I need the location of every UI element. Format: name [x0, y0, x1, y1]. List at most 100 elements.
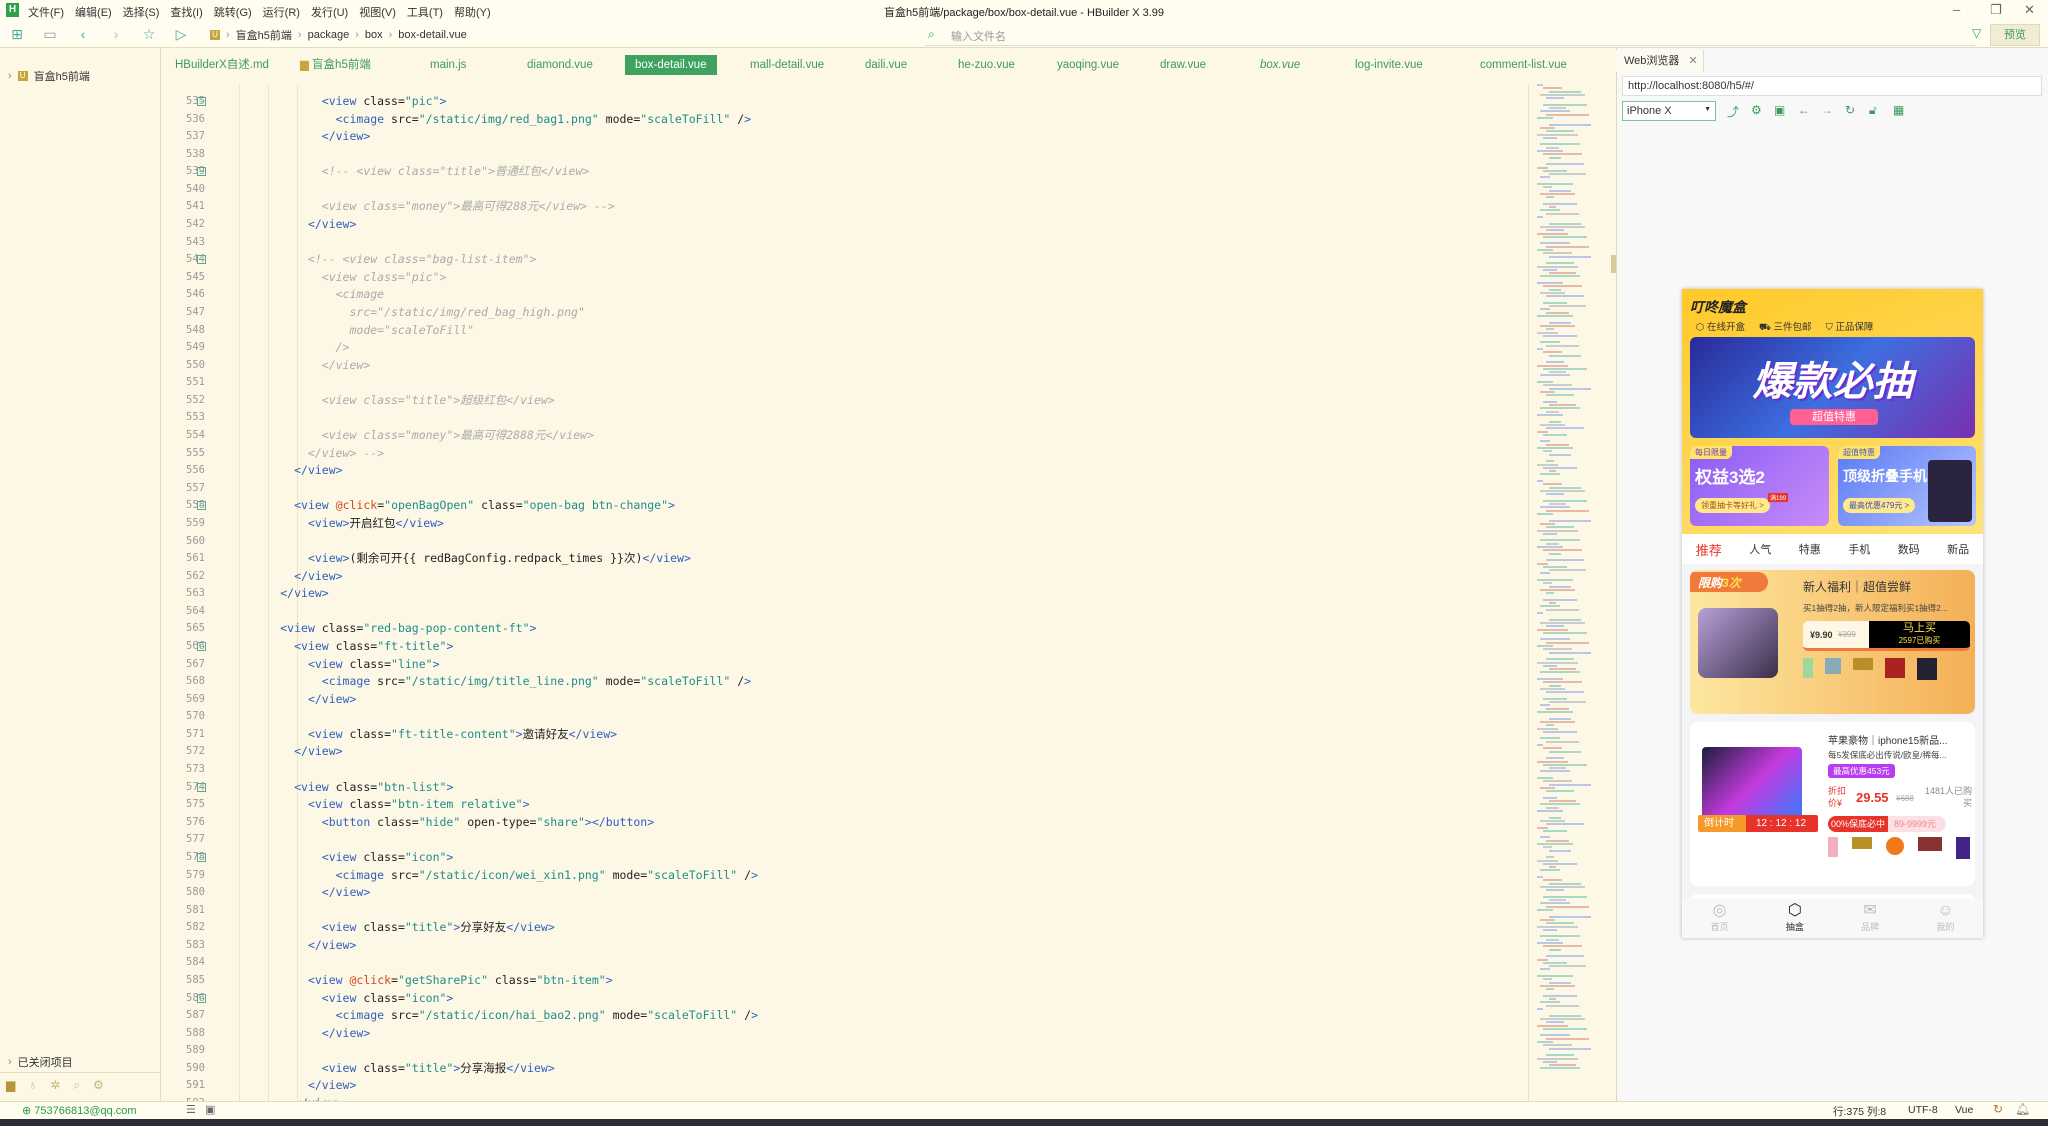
- tab-log-invite-vue[interactable]: log-invite.vue: [1345, 55, 1433, 75]
- category-tab[interactable]: 推荐: [1696, 540, 1722, 559]
- category-tab[interactable]: 新品: [1947, 541, 1969, 557]
- run-icon[interactable]: ▷: [172, 26, 190, 43]
- code-line[interactable]: 535− <view class="pic">: [161, 93, 1521, 111]
- code-line[interactable]: 560: [161, 533, 1521, 551]
- url-input[interactable]: http://localhost:8080/h5/#/: [1622, 76, 2042, 96]
- code-line[interactable]: 554 <view class="money">最高可得2888元</view>: [161, 427, 1521, 445]
- arrow-right-icon[interactable]: →: [1821, 103, 1833, 117]
- code-line[interactable]: 564: [161, 603, 1521, 621]
- settings-icon[interactable]: ⚙: [1751, 103, 1762, 117]
- code-line[interactable]: 574− <view class="btn-list">: [161, 779, 1521, 797]
- product-card[interactable]: 倒计时 12 : 12 : 12 苹果豪物｜iphone15新品... 每5发保底…: [1690, 722, 1975, 886]
- fold-toggle-icon[interactable]: −: [197, 782, 206, 792]
- maximize-icon[interactable]: ❐: [1990, 2, 2002, 18]
- tab-yaoqing-vue[interactable]: yaoqing.vue: [1047, 55, 1129, 75]
- reload-icon[interactable]: ↻: [1845, 103, 1855, 117]
- language-mode[interactable]: Vue: [1955, 1104, 1973, 1116]
- code-line[interactable]: 546 <cimage: [161, 286, 1521, 304]
- list-icon[interactable]: ☰: [186, 1103, 196, 1116]
- tab-web-browser[interactable]: Web浏览器 ✕: [1616, 50, 1704, 72]
- code-line[interactable]: 573: [161, 761, 1521, 779]
- breadcrumb-item[interactable]: 盲盒h5前端: [236, 27, 292, 43]
- settings-icon[interactable]: ⚙: [93, 1078, 104, 1093]
- code-line[interactable]: 583 </view>: [161, 937, 1521, 955]
- close-window-icon[interactable]: ✕: [2024, 2, 2035, 18]
- breadcrumb-item[interactable]: box: [365, 29, 383, 41]
- fold-toggle-icon[interactable]: −: [197, 167, 206, 177]
- tab-draw-vue[interactable]: draw.vue: [1150, 55, 1216, 75]
- sync-icon[interactable]: ↻: [1993, 1102, 2003, 1116]
- tab-he-zuo-vue[interactable]: he-zuo.vue: [948, 55, 1025, 75]
- promo-card[interactable]: 每日限量 权益3选2 领重抽卡等好礼 > 满199: [1690, 446, 1829, 526]
- account-link[interactable]: ⊕ 753766813@qq.com: [22, 1104, 137, 1117]
- forward-icon[interactable]: ›: [107, 26, 125, 42]
- buy-now-button[interactable]: 马上买 2597已购买: [1869, 621, 1970, 648]
- code-line[interactable]: 549 />: [161, 339, 1521, 357]
- code-line[interactable]: 571 <view class="ft-title-content">邀请好友<…: [161, 726, 1521, 744]
- breadcrumb-item[interactable]: box-detail.vue: [398, 29, 467, 41]
- code-line[interactable]: 542 </view>: [161, 216, 1521, 234]
- code-line[interactable]: 563 </view>: [161, 585, 1521, 603]
- code-line[interactable]: 550 </view>: [161, 357, 1521, 375]
- promo-card[interactable]: 超值特惠 顶级折叠手机 最高优惠479元 >: [1838, 446, 1976, 526]
- console-icon[interactable]: ▣: [205, 1103, 215, 1116]
- code-line[interactable]: 590 <view class="title">分享海报</view>: [161, 1060, 1521, 1078]
- code-line[interactable]: 568 <cimage src="/static/img/title_line.…: [161, 673, 1521, 691]
- code-line[interactable]: 537 </view>: [161, 128, 1521, 146]
- code-line[interactable]: 562 </view>: [161, 568, 1521, 586]
- tab-box-vue[interactable]: box.vue: [1250, 55, 1310, 75]
- minimize-icon[interactable]: –: [1953, 2, 1960, 17]
- code-line[interactable]: 579 <cimage src="/static/icon/wei_xin1.p…: [161, 867, 1521, 885]
- fold-toggle-icon[interactable]: −: [197, 852, 206, 862]
- closed-projects-item[interactable]: › 已关闭项目: [8, 1054, 73, 1070]
- plugin-icon[interactable]: ♁: [28, 1078, 37, 1093]
- product-card[interactable]: 限购3次 新人福利｜超值尝鲜 买1抽得2抽，新人限定福利买1抽得2... ¥9.…: [1690, 570, 1975, 714]
- folder-icon[interactable]: ▆: [6, 1078, 15, 1093]
- category-tab[interactable]: 人气: [1749, 541, 1771, 557]
- code-line[interactable]: 545 <view class="pic">: [161, 269, 1521, 287]
- back-icon[interactable]: ‹: [74, 26, 92, 42]
- code-line[interactable]: 580 </view>: [161, 884, 1521, 902]
- fold-toggle-icon[interactable]: −: [197, 641, 206, 651]
- code-line[interactable]: 589: [161, 1042, 1521, 1060]
- fold-toggle-icon[interactable]: −: [197, 255, 206, 265]
- code-line[interactable]: 588 </view>: [161, 1025, 1521, 1043]
- nav-item[interactable]: ⬡ 抽盒: [1786, 899, 1804, 938]
- tab-main-js[interactable]: main.js: [420, 55, 476, 75]
- new-file-icon[interactable]: ⊞: [8, 26, 26, 43]
- notification-bell-icon[interactable]: 🔔︎: [2015, 1102, 2030, 1116]
- close-tab-icon[interactable]: ✕: [1688, 55, 1697, 67]
- breadcrumb-item[interactable]: package: [308, 29, 350, 41]
- code-line[interactable]: 582 <view class="title">分享好友</view>: [161, 919, 1521, 937]
- code-line[interactable]: 538: [161, 146, 1521, 164]
- code-line[interactable]: 557: [161, 480, 1521, 498]
- code-line[interactable]: 577: [161, 831, 1521, 849]
- nav-item[interactable]: ☺ 我的: [1936, 899, 1954, 938]
- code-line[interactable]: 584: [161, 954, 1521, 972]
- search-icon[interactable]: ⌕: [73, 1078, 80, 1093]
- cursor-position[interactable]: 行:375 列:8: [1833, 1104, 1886, 1119]
- code-line[interactable]: 572 </view>: [161, 743, 1521, 761]
- fold-toggle-icon[interactable]: −: [197, 993, 206, 1003]
- star-icon[interactable]: ☆: [140, 26, 158, 43]
- tab-daili-vue[interactable]: daili.vue: [855, 55, 917, 75]
- encoding[interactable]: UTF-8: [1908, 1104, 1938, 1116]
- category-tab[interactable]: 数码: [1898, 541, 1920, 557]
- filter-icon[interactable]: ▽: [1972, 26, 1981, 40]
- code-line[interactable]: 567 <view class="line">: [161, 656, 1521, 674]
- device-select[interactable]: iPhone X ▼: [1622, 101, 1716, 121]
- code-line[interactable]: 539− <!-- <view class="title">普通红包</view…: [161, 163, 1521, 181]
- code-line[interactable]: 569 </view>: [161, 691, 1521, 709]
- code-line[interactable]: 576 <button class="hide" open-type="shar…: [161, 814, 1521, 832]
- code-editor[interactable]: 535− <view class="pic"> 536 <cimage src="…: [161, 84, 1616, 1101]
- project-tree-item[interactable]: › U 盲盒h5前端: [8, 68, 90, 84]
- category-tab[interactable]: 特惠: [1799, 541, 1821, 557]
- preview-button[interactable]: 预览: [1990, 24, 2040, 46]
- code-line[interactable]: 575 <view class="btn-item relative">: [161, 796, 1521, 814]
- code-line[interactable]: 578− <view class="icon">: [161, 849, 1521, 867]
- code-line[interactable]: 551: [161, 374, 1521, 392]
- tab-hbuilderx-md[interactable]: HBuilderX自述.md: [165, 55, 279, 75]
- code-line[interactable]: 547 src="/static/img/red_bag_high.png": [161, 304, 1521, 322]
- code-line[interactable]: 540: [161, 181, 1521, 199]
- code-line[interactable]: 591 </view>: [161, 1077, 1521, 1095]
